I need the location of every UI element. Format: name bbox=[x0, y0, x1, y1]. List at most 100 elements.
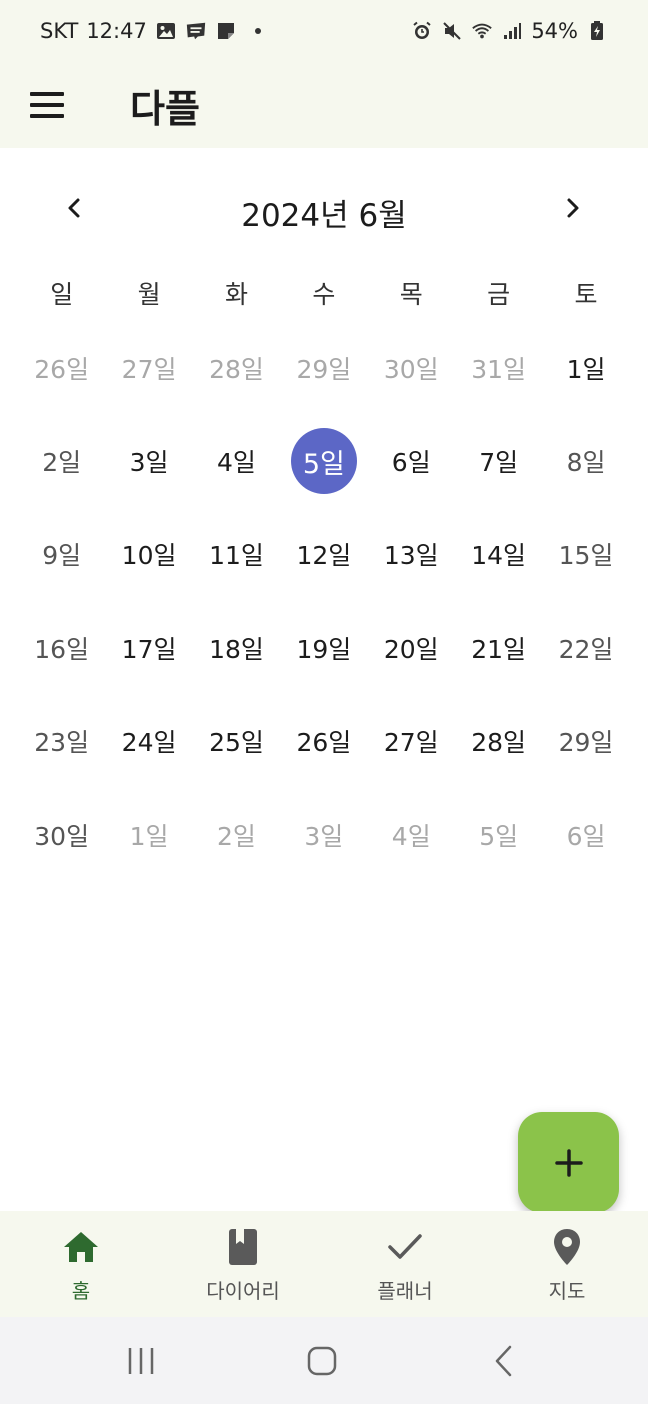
calendar-day-label: 26일 bbox=[296, 728, 352, 758]
nav-item-home[interactable]: 홈 bbox=[0, 1211, 162, 1317]
weekday-label: 월 bbox=[137, 280, 161, 309]
calendar-day[interactable]: 11일 bbox=[193, 508, 280, 601]
more-notifications-dot bbox=[254, 28, 261, 34]
calendar-day[interactable]: 26일 bbox=[18, 321, 105, 414]
system-home-button[interactable] bbox=[300, 1339, 344, 1383]
calendar-day[interactable]: 5일 bbox=[455, 788, 542, 881]
location-pin-icon bbox=[547, 1227, 587, 1267]
calendar-day[interactable]: 13일 bbox=[368, 508, 455, 601]
calendar-day-label: 19일 bbox=[296, 634, 352, 664]
calendar-day[interactable]: 17일 bbox=[105, 601, 192, 694]
calendar-day-label: 22일 bbox=[558, 634, 614, 664]
mute-icon bbox=[441, 20, 463, 42]
calendar-day-label: 5일 bbox=[290, 428, 357, 495]
calendar-day[interactable]: 26일 bbox=[280, 695, 367, 788]
calendar-day[interactable]: 9일 bbox=[18, 508, 105, 601]
calendar-day-label: 16일 bbox=[34, 634, 90, 664]
calendar-day[interactable]: 6일 bbox=[368, 414, 455, 507]
menu-icon[interactable] bbox=[30, 84, 72, 126]
next-month-button[interactable] bbox=[548, 184, 596, 232]
calendar-day-label: 28일 bbox=[209, 354, 264, 384]
calendar-day[interactable]: 22일 bbox=[542, 601, 629, 694]
status-bar: SKT 12:47 54% bbox=[0, 0, 648, 62]
calendar-day-selected[interactable]: 5일 bbox=[280, 414, 367, 507]
system-back-button[interactable] bbox=[482, 1339, 526, 1383]
recent-apps-button[interactable] bbox=[119, 1339, 163, 1383]
calendar-day[interactable]: 27일 bbox=[368, 695, 455, 788]
calendar-day[interactable]: 12일 bbox=[280, 508, 367, 601]
calendar-day-label: 24일 bbox=[121, 728, 177, 758]
calendar-day-label: 20일 bbox=[383, 634, 439, 664]
calendar-day[interactable]: 29일 bbox=[542, 695, 629, 788]
calendar-day-label: 6일 bbox=[566, 821, 606, 851]
calendar-day[interactable]: 16일 bbox=[18, 601, 105, 694]
calendar-day-label: 25일 bbox=[209, 728, 264, 758]
nav-item-map[interactable]: 지도 bbox=[486, 1211, 648, 1317]
calendar-day-label: 7일 bbox=[479, 448, 519, 478]
nav-item-planner[interactable]: 플래너 bbox=[324, 1211, 486, 1317]
calendar-day[interactable]: 30일 bbox=[368, 321, 455, 414]
calendar-day-label: 1일 bbox=[566, 354, 606, 384]
menu-line bbox=[30, 103, 64, 107]
calendar-day[interactable]: 21일 bbox=[455, 601, 542, 694]
calendar-day-label: 8일 bbox=[566, 448, 606, 478]
weekday-label: 일 bbox=[50, 280, 74, 309]
calendar-day[interactable]: 19일 bbox=[280, 601, 367, 694]
calendar-day-label: 12일 bbox=[296, 541, 352, 571]
weekday-label: 토 bbox=[574, 280, 598, 309]
calendar-day[interactable]: 4일 bbox=[193, 414, 280, 507]
calendar-day-label: 3일 bbox=[129, 448, 169, 478]
app-title: 다플 bbox=[130, 87, 200, 131]
calendar-day[interactable]: 18일 bbox=[193, 601, 280, 694]
calendar-day[interactable]: 25일 bbox=[193, 695, 280, 788]
weekday-label: 금 bbox=[487, 280, 511, 309]
calendar-day[interactable]: 28일 bbox=[455, 695, 542, 788]
calendar-day-label: 17일 bbox=[121, 634, 177, 664]
calendar-day[interactable]: 1일 bbox=[542, 321, 629, 414]
calendar-day[interactable]: 20일 bbox=[368, 601, 455, 694]
calendar-day[interactable]: 1일 bbox=[105, 788, 192, 881]
calendar-day[interactable]: 10일 bbox=[105, 508, 192, 601]
system-home-icon bbox=[307, 1346, 337, 1376]
add-button[interactable] bbox=[518, 1112, 619, 1213]
calendar-day[interactable]: 23일 bbox=[18, 695, 105, 788]
calendar-day-label: 30일 bbox=[34, 821, 90, 851]
calendar-day-label: 2일 bbox=[217, 821, 256, 851]
calendar-day[interactable]: 15일 bbox=[542, 508, 629, 601]
calendar-day[interactable]: 27일 bbox=[105, 321, 192, 414]
calendar-day-label: 15일 bbox=[558, 541, 614, 571]
calendar-day[interactable]: 6일 bbox=[542, 788, 629, 881]
calendar-day[interactable]: 14일 bbox=[455, 508, 542, 601]
calendar-day[interactable]: 24일 bbox=[105, 695, 192, 788]
calendar-day-label: 2일 bbox=[42, 448, 82, 478]
calendar-header: 2024년 6월 bbox=[0, 176, 648, 242]
calendar-day-label: 31일 bbox=[471, 354, 527, 384]
gallery-icon bbox=[155, 20, 177, 42]
nav-item-diary[interactable]: 다이어리 bbox=[162, 1211, 324, 1317]
calendar-day-label: 11일 bbox=[209, 541, 264, 571]
wifi-icon bbox=[471, 20, 493, 42]
home-icon bbox=[61, 1227, 101, 1267]
weekday-label: 수 bbox=[312, 280, 336, 309]
calendar-day[interactable]: 4일 bbox=[368, 788, 455, 881]
calendar-day[interactable]: 8일 bbox=[542, 414, 629, 507]
recent-apps-icon bbox=[128, 1348, 154, 1374]
calendar-day-label: 29일 bbox=[296, 354, 352, 384]
nav-label-home: 홈 bbox=[71, 1279, 91, 1303]
battery-percent: 54% bbox=[531, 19, 578, 43]
calendar-day[interactable]: 29일 bbox=[280, 321, 367, 414]
menu-line bbox=[30, 114, 64, 118]
calendar-day[interactable]: 2일 bbox=[193, 788, 280, 881]
calendar-day[interactable]: 28일 bbox=[193, 321, 280, 414]
clock: 12:47 bbox=[86, 19, 147, 43]
calendar-day[interactable]: 31일 bbox=[455, 321, 542, 414]
calendar-day-label: 28일 bbox=[471, 728, 527, 758]
nav-label-planner: 플래너 bbox=[377, 1279, 433, 1303]
alarm-icon bbox=[411, 20, 433, 42]
calendar-day[interactable]: 3일 bbox=[105, 414, 192, 507]
calendar-day[interactable]: 30일 bbox=[18, 788, 105, 881]
calendar-day[interactable]: 7일 bbox=[455, 414, 542, 507]
calendar-day-label: 27일 bbox=[121, 354, 177, 384]
calendar-day[interactable]: 3일 bbox=[280, 788, 367, 881]
calendar-day[interactable]: 2일 bbox=[18, 414, 105, 507]
